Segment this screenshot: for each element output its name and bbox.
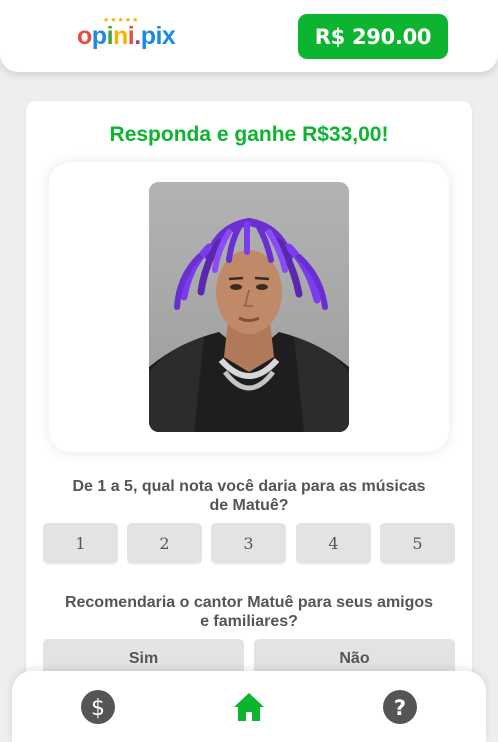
rating-button-5[interactable]: 5 [380,523,455,563]
svg-text:?: ? [394,696,406,720]
recommend-question: Recomendaria o cantor Matuê para seus am… [64,594,434,630]
rating-question: De 1 a 5, qual nota você daria para as m… [72,478,426,514]
help-icon[interactable]: ? [382,689,418,725]
reward-title: Responda e ganhe R$33,00! [109,123,389,146]
bottom-navigation: $ ? [12,671,486,742]
svg-text:$: $ [91,696,105,721]
person-portrait-photo-icon [149,182,349,432]
rating-button-4[interactable]: 4 [296,523,371,563]
balance-button[interactable]: R$ 290.00 [298,14,448,59]
rating-options: 1 2 3 4 5 [43,523,455,563]
app-screen: ★★★★★ opini.pix R$ 290.00 Responda e gan… [0,0,498,742]
rating-button-3[interactable]: 3 [211,523,286,563]
survey-card: Responda e ganhe R$33,00! De 1 a 5, qual… [26,101,472,721]
opinipix-logo: opini.pix [77,22,176,50]
top-header: ★★★★★ opini.pix R$ 290.00 [0,0,498,72]
photo-container [49,162,449,452]
rating-button-1[interactable]: 1 [43,523,118,563]
dollar-icon[interactable]: $ [80,689,116,725]
artist-photo [149,182,349,432]
home-icon[interactable] [231,689,267,725]
rating-button-2[interactable]: 2 [127,523,202,563]
